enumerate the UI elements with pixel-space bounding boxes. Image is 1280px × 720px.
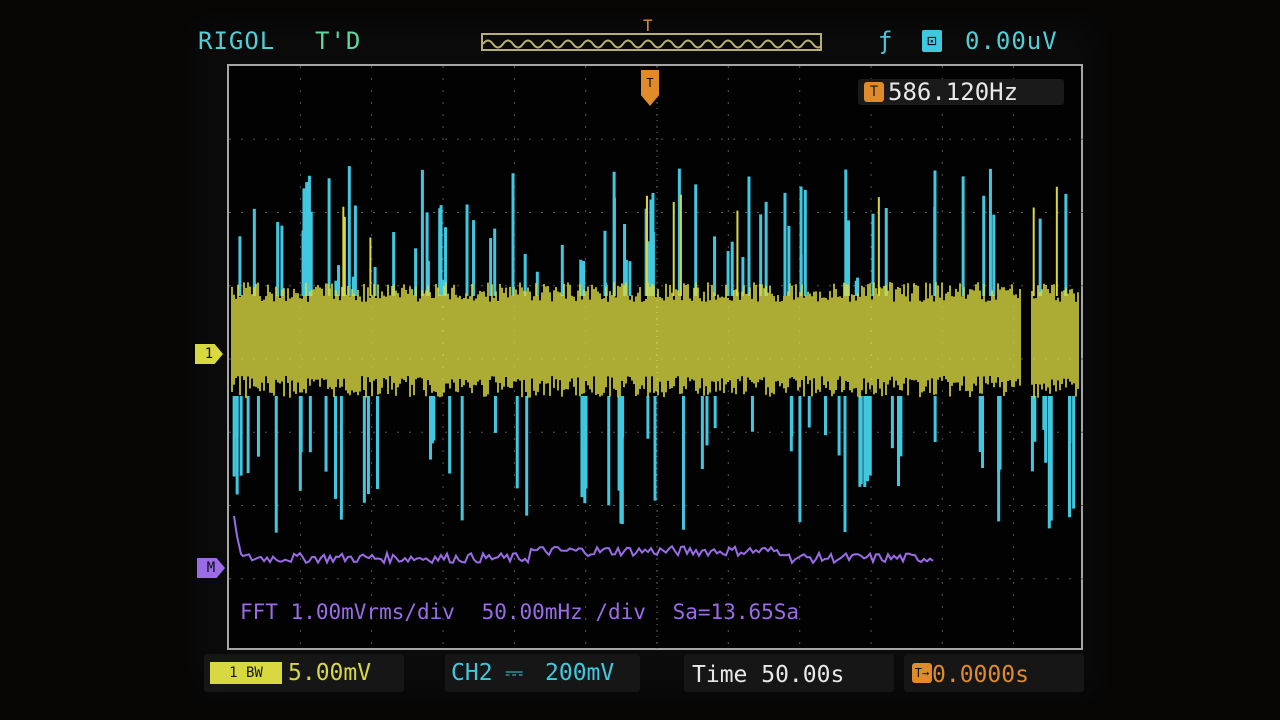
trigger-level: 0.00uV: [965, 27, 1058, 55]
brand-label: RIGOL: [198, 27, 276, 55]
trigger-delay-value: 0.0000s: [932, 662, 1029, 688]
trigger-status: T'D: [315, 27, 362, 55]
timebase-value: Time 50.00s: [692, 662, 845, 688]
ch1-scale: 5.00mV: [288, 660, 372, 686]
fft-scale: FFT 1.00mVrms/div: [240, 600, 455, 624]
ch1-coupling-icon: 1 BW: [210, 662, 282, 684]
trigger-delay-box[interactable]: T→ 0.0000s: [904, 654, 1084, 692]
frequency-value: 586.120Hz: [888, 78, 1019, 106]
fft-trace: [233, 515, 934, 566]
memory-depth-wave: [483, 39, 820, 49]
dc-coupling-icon: ⎓: [505, 660, 524, 686]
ch2-label: CH2: [451, 660, 493, 686]
fft-frequency-scale: 50.00mHz /div: [481, 600, 646, 624]
ch2-status-box[interactable]: CH2 ⎓ 200mV: [445, 654, 640, 692]
ch1-status-box[interactable]: 1 BW 5.00mV: [204, 654, 404, 692]
timebase-status-box[interactable]: Time 50.00s: [684, 654, 894, 692]
trigger-position-top-icon: T: [643, 16, 653, 35]
fft-info-line: FFT 1.00mVrms/div 50.00mHz /div Sa=13.65…: [240, 600, 813, 624]
waveform-grid[interactable]: [227, 64, 1085, 652]
trigger-frequency-icon: T: [864, 82, 884, 102]
waveform-display: [229, 66, 1085, 652]
rising-edge-icon: ƒ: [878, 27, 893, 55]
fft-sample-rate: Sa=13.65Sa: [672, 600, 800, 624]
ac-source-icon: ⊡: [922, 30, 942, 52]
trigger-delay-icon: T→: [912, 663, 932, 683]
ch2-scale: 200mV: [545, 660, 615, 686]
memory-depth-indicator: [481, 33, 822, 51]
ch1-trace: [231, 186, 1079, 398]
